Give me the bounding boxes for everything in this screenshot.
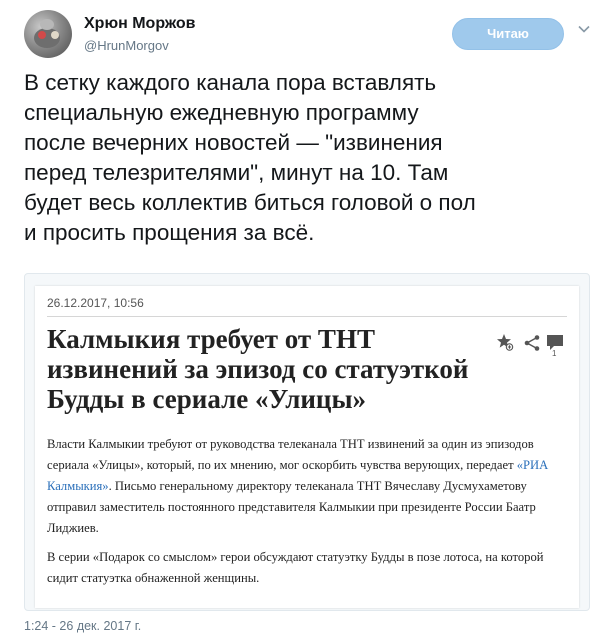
star-add-icon (497, 334, 514, 351)
article-screenshot: 26.12.2017, 10:56 Калмыкия требует от ТН… (35, 286, 579, 608)
avatar[interactable] (24, 10, 72, 58)
article-actions: 1 (495, 330, 575, 358)
article-title: Калмыкия требует от ТНТ извинений за эпи… (47, 324, 469, 414)
article-body: Власти Калмыкии требуют от руководства т… (47, 434, 567, 597)
article-date: 26.12.2017, 10:56 (47, 296, 144, 310)
share-icon (524, 335, 540, 351)
comment-count: 1 (552, 349, 557, 358)
tweet-timestamp[interactable]: 1:24 - 26 дек. 2017 г. (24, 619, 141, 633)
article-paragraph: В серии «Подарок со смыслом» герои обсуж… (47, 550, 544, 585)
article-paragraph: Власти Калмыкии требуют от руководства т… (47, 437, 549, 535)
divider (47, 316, 567, 317)
author-name[interactable]: Хрюн Моржов (84, 15, 195, 33)
follow-button[interactable]: Читаю (452, 18, 564, 50)
attached-image[interactable]: 26.12.2017, 10:56 Калмыкия требует от ТН… (24, 273, 590, 611)
tweet-text: В сетку каждого канала пора вставлять сп… (24, 70, 476, 245)
author-handle[interactable]: @HrunMorgov (84, 38, 169, 53)
tweet-header: Хрюн Моржов @HrunMorgov Читаю (24, 10, 594, 60)
chevron-down-icon[interactable] (577, 22, 591, 36)
